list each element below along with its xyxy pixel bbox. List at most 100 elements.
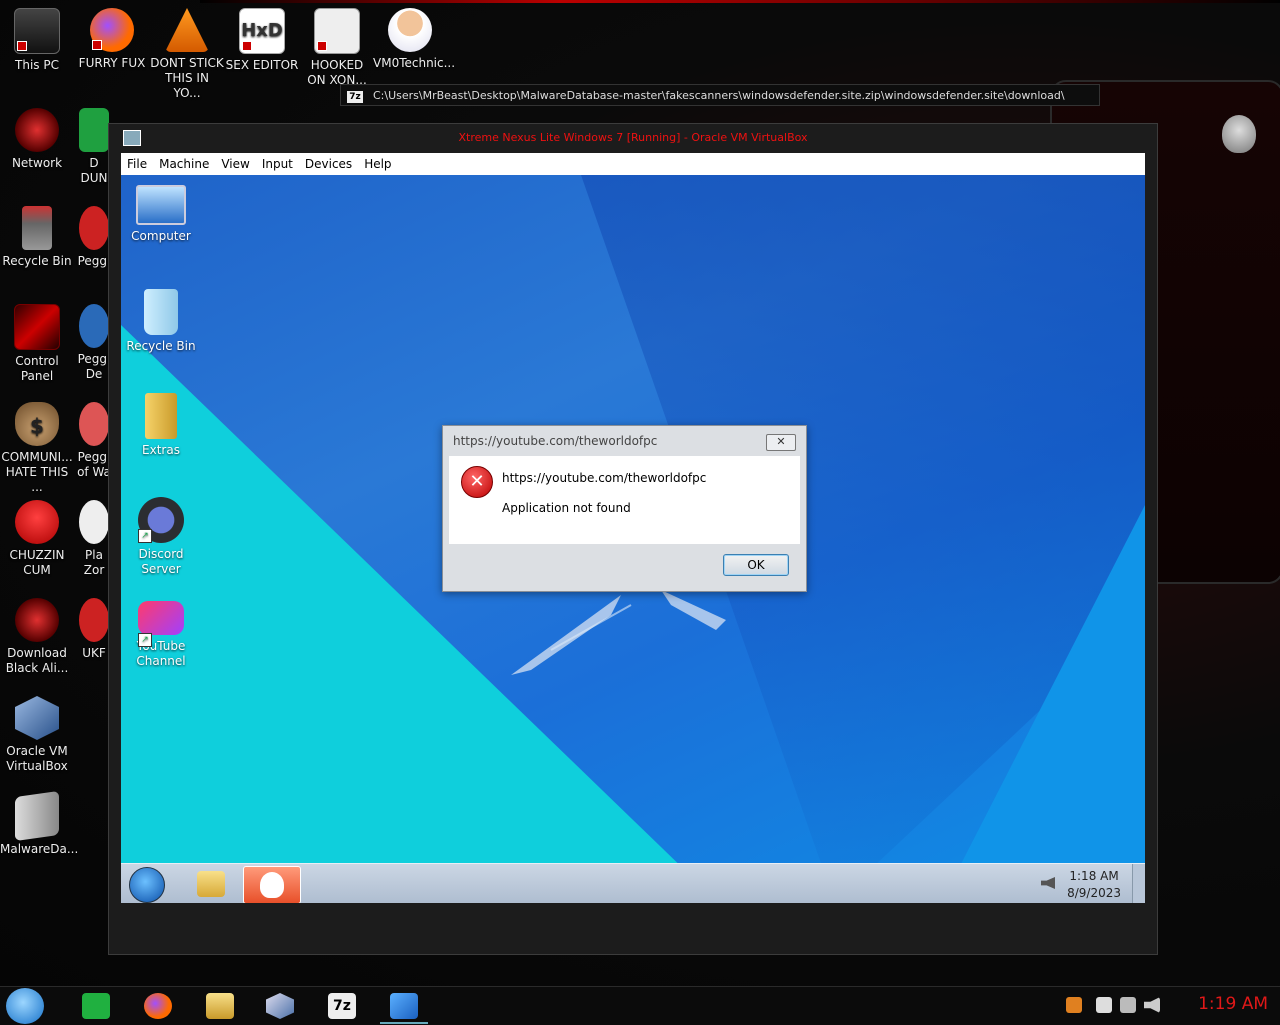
- win7-icon: [390, 993, 418, 1019]
- peggle-icon: [79, 402, 109, 446]
- dialog-message-error: Application not found: [502, 501, 631, 515]
- guest-icon-discord[interactable]: ↗ Discord Server: [121, 497, 201, 577]
- host-taskbar: 7z 1:19 AM: [0, 986, 1280, 1025]
- host-icon-download-black-alien[interactable]: Download Black Ali...: [0, 598, 74, 676]
- menu-file[interactable]: File: [121, 157, 153, 171]
- computer-icon: [136, 185, 186, 225]
- host-icon-furry-fux[interactable]: FURRY FUX: [75, 8, 149, 71]
- firefox-icon: [144, 993, 172, 1019]
- volume-muted-icon[interactable]: [1041, 877, 1055, 889]
- virtualbox-titlebar[interactable]: Xtreme Nexus Lite Windows 7 [Running] - …: [109, 124, 1157, 150]
- host-explorer-path-bar[interactable]: 7z C:\Users\MrBeast\Desktop\MalwareDataba…: [340, 84, 1100, 106]
- folder-icon: [15, 790, 59, 842]
- guest-icon-youtube[interactable]: ↗ YouTube Channel: [121, 601, 201, 669]
- folder-icon: [145, 393, 177, 439]
- network-icon[interactable]: [1120, 997, 1136, 1013]
- action-center-flag-icon[interactable]: [1096, 997, 1112, 1013]
- host-top-accent: [200, 0, 1280, 3]
- virtualbox-icon: [15, 696, 59, 740]
- chuzzle-icon: [15, 500, 59, 544]
- show-desktop-button[interactable]: [1132, 864, 1145, 903]
- host-icon-partial-2[interactable]: Peggl: [76, 206, 112, 269]
- shortcut-arrow-icon: ↗: [138, 529, 152, 543]
- guest-icon-recycle-bin[interactable]: Recycle Bin: [121, 289, 201, 354]
- guest-clock-date: 8/9/2023: [1067, 886, 1121, 900]
- brave-icon: [260, 872, 284, 898]
- vlc-icon: [165, 8, 209, 52]
- dialog-body: ✕ https://youtube.com/theworldofpc Appli…: [449, 456, 800, 544]
- host-icon-partial-6[interactable]: UKF: [76, 598, 112, 661]
- trash-icon: [22, 206, 52, 250]
- 7zip-icon: 7z: [328, 993, 356, 1019]
- host-icon-virtualbox[interactable]: Oracle VM VirtualBox: [0, 696, 74, 774]
- taskbar-explorer-button[interactable]: [183, 866, 239, 902]
- dialog-message-url: https://youtube.com/theworldofpc: [502, 471, 707, 485]
- host-icon-partial-3[interactable]: Peggl De: [76, 304, 112, 382]
- virtualbox-icon: [266, 993, 294, 1019]
- host-taskbar-notes[interactable]: [72, 990, 120, 1022]
- host-start-button[interactable]: [6, 988, 44, 1024]
- flower-icon: [79, 500, 109, 544]
- error-icon: ✕: [461, 466, 493, 498]
- host-icon-control-panel[interactable]: Control Panel: [0, 304, 74, 384]
- host-clock[interactable]: 1:19 AM: [1198, 994, 1268, 1014]
- shortcut-arrow-icon: ↗: [138, 633, 152, 647]
- youtube-icon: ↗: [138, 601, 184, 647]
- firefox-icon: [90, 8, 134, 52]
- host-icon-network[interactable]: Network: [0, 108, 74, 171]
- guest-icon-computer[interactable]: Computer: [121, 185, 201, 244]
- discord-icon: ↗: [138, 497, 184, 543]
- menu-input[interactable]: Input: [256, 157, 299, 171]
- virtualbox-title-text: Xtreme Nexus Lite Windows 7 [Running] - …: [458, 131, 808, 144]
- app-icon: [79, 598, 109, 642]
- dialog-title: https://youtube.com/theworldofpc: [453, 434, 658, 448]
- ok-button[interactable]: OK: [723, 554, 789, 576]
- host-icon-partial-4[interactable]: Peggl of Wa: [76, 402, 112, 480]
- app-icon: [314, 8, 360, 54]
- volume-icon[interactable]: [1144, 997, 1160, 1013]
- host-icon-hooked-on[interactable]: HOOKED ON XON...: [300, 8, 374, 88]
- dialog-close-button[interactable]: ✕: [766, 434, 796, 451]
- host-icon-recycle-bin[interactable]: Recycle Bin: [0, 206, 74, 269]
- guest-icon-extras[interactable]: Extras: [121, 393, 201, 458]
- host-icon-dont-stick[interactable]: DONT STICK THIS IN YO...: [150, 8, 224, 101]
- virtualbox-icon: [123, 130, 141, 146]
- host-taskbar-explorer[interactable]: [196, 990, 244, 1022]
- host-icon-sex-editor[interactable]: HxD SEX EDITOR: [225, 8, 299, 73]
- host-icon-vm0technic[interactable]: VM0Technic...: [373, 8, 455, 71]
- recycle-bin-icon: [144, 289, 178, 335]
- explorer-path-text: C:\Users\MrBeast\Desktop\MalwareDatabase…: [373, 89, 1065, 102]
- alienware-icon: [15, 598, 59, 642]
- error-dialog: https://youtube.com/theworldofpc ✕ ✕ htt…: [442, 425, 807, 592]
- hxd-icon: HxD: [239, 8, 285, 54]
- host-taskbar-virtualbox[interactable]: [256, 990, 304, 1022]
- alien-head-icon: [1222, 115, 1256, 153]
- menu-devices[interactable]: Devices: [299, 157, 358, 171]
- windows-start-button[interactable]: [129, 867, 165, 903]
- host-icon-communi[interactable]: $ COMMUNI... HATE THIS ...: [0, 402, 74, 495]
- host-icon-partial-1[interactable]: D DUN: [76, 108, 112, 186]
- taskbar-brave-button[interactable]: [243, 866, 301, 903]
- peggle-icon: [79, 206, 109, 250]
- host-taskbar-win7[interactable]: [380, 990, 428, 1024]
- menu-machine[interactable]: Machine: [153, 157, 215, 171]
- host-icon-chuzzin[interactable]: CHUZZIN CUM: [0, 500, 74, 578]
- guest-clock-time: 1:18 AM: [1069, 869, 1119, 883]
- alienware-icon: [15, 108, 59, 152]
- peggle-icon: [79, 304, 109, 348]
- menu-help[interactable]: Help: [358, 157, 397, 171]
- guest-clock[interactable]: 1:18 AM 8/9/2023: [1067, 868, 1121, 902]
- monitor-icon: [14, 8, 60, 54]
- host-taskbar-firefox[interactable]: [134, 990, 182, 1022]
- menu-view[interactable]: View: [215, 157, 255, 171]
- host-taskbar-7zip[interactable]: 7z: [318, 990, 366, 1022]
- wallpaper-logo: [511, 590, 726, 675]
- doctor-icon: [388, 8, 432, 52]
- host-icon-malwaredatabase[interactable]: MalwareDa...: [0, 790, 78, 857]
- folder-icon: [206, 993, 234, 1019]
- host-icon-this-pc[interactable]: This PC: [0, 8, 74, 73]
- money-bag-icon: $: [15, 402, 59, 446]
- notes-icon: [82, 993, 110, 1019]
- tray-app-icon[interactable]: [1066, 997, 1082, 1013]
- host-icon-partial-5[interactable]: Pla Zor: [76, 500, 112, 578]
